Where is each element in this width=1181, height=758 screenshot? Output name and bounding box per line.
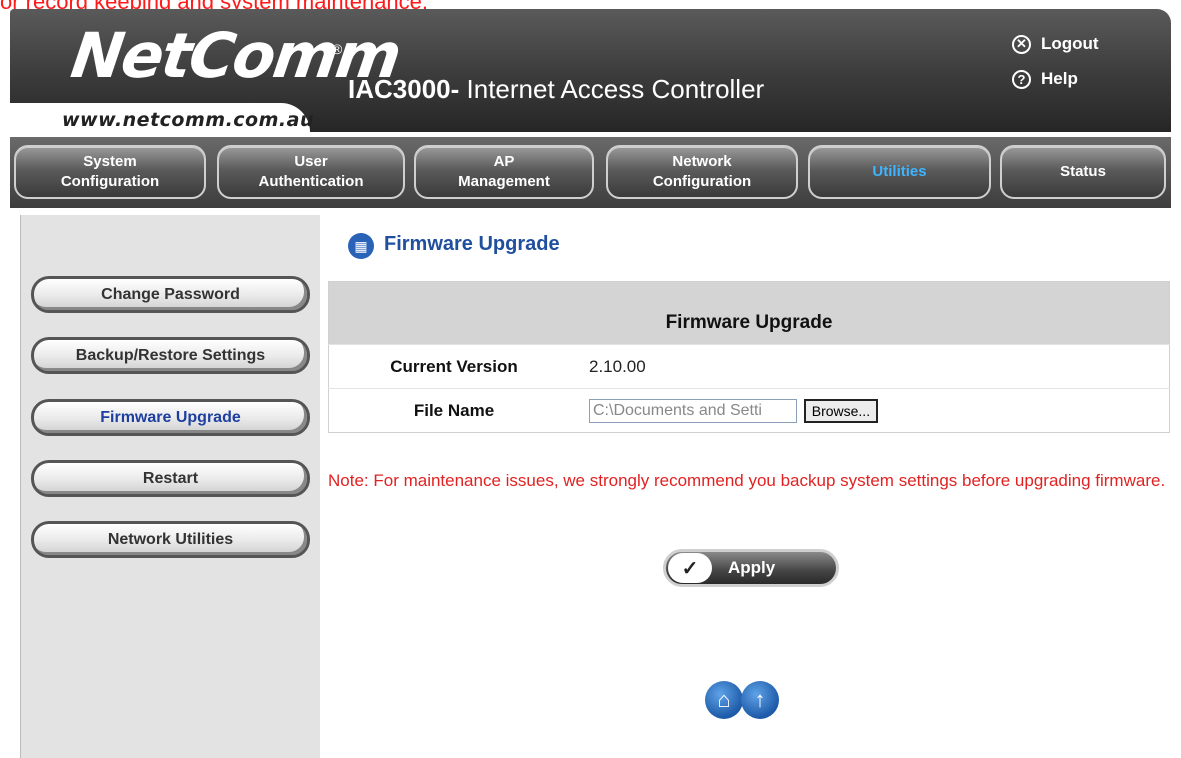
- sidebar-item-firmware-upgrade[interactable]: Firmware Upgrade: [31, 399, 310, 436]
- tab-label-line1: System: [83, 153, 137, 170]
- question-circle-icon: ?: [1012, 69, 1031, 89]
- tab-label-line1: User: [294, 153, 328, 170]
- tab-utilities[interactable]: Utilities: [808, 145, 991, 199]
- table-row: Current Version 2.10.00: [328, 344, 1170, 389]
- table-header: Firmware Upgrade: [328, 281, 1170, 345]
- page-title: Firmware Upgrade: [384, 233, 560, 255]
- product-title: IAC3000- Internet Access Controller: [348, 73, 764, 105]
- up-arrow-icon[interactable]: ↑: [741, 681, 779, 719]
- sidebar-item-network-utilities[interactable]: Network Utilities: [31, 521, 310, 558]
- tab-label-line2: Authentication: [258, 173, 364, 190]
- tab-label: Utilities: [872, 163, 927, 180]
- maintenance-note: Note: For maintenance issues, we strongl…: [328, 471, 1166, 490]
- tab-label-line2: Management: [458, 173, 550, 190]
- tab-status[interactable]: Status: [1000, 145, 1166, 199]
- grid-icon: ▦: [348, 233, 374, 259]
- current-version-value: 2.10.00: [579, 344, 1170, 389]
- tab-network-configuration[interactable]: Network Configuration: [606, 145, 798, 199]
- logout-link[interactable]: ✕ Logout: [1012, 34, 1099, 54]
- sidebar-item-backup-restore[interactable]: Backup/Restore Settings: [31, 337, 310, 374]
- x-circle-icon: ✕: [1012, 34, 1031, 54]
- table-row: File Name Browse...: [328, 388, 1170, 433]
- product-model: IAC3000-: [348, 74, 460, 104]
- sidebar-item-change-password[interactable]: Change Password: [31, 276, 310, 313]
- main-tab-bar: System Configuration User Authentication A…: [10, 137, 1171, 208]
- browse-button[interactable]: Browse...: [803, 398, 879, 423]
- tab-label-line1: AP: [493, 153, 515, 170]
- apply-button[interactable]: ✓ Apply: [663, 549, 839, 587]
- file-name-input[interactable]: [589, 398, 797, 423]
- current-version-label: Current Version: [328, 344, 579, 389]
- header-banner: NetComm ® www.netcomm.com.au IAC3000- In…: [10, 9, 1171, 132]
- tab-system-configuration[interactable]: System Configuration: [14, 145, 206, 199]
- tab-label: Status: [1060, 163, 1106, 180]
- help-label: Help: [1041, 69, 1078, 88]
- sidebar-item-restart[interactable]: Restart: [31, 460, 310, 497]
- tab-user-authentication[interactable]: User Authentication: [217, 145, 405, 199]
- firmware-upgrade-table: Firmware Upgrade Current Version 2.10.00…: [328, 281, 1170, 433]
- apply-label: Apply: [728, 558, 776, 577]
- help-link[interactable]: ? Help: [1012, 69, 1078, 89]
- tab-ap-management[interactable]: AP Management: [414, 145, 594, 199]
- home-icon[interactable]: ⌂: [705, 681, 743, 719]
- file-name-label: File Name: [328, 388, 579, 433]
- check-icon: ✓: [668, 553, 712, 583]
- logout-label: Logout: [1041, 34, 1099, 53]
- tab-label-line1: Network: [672, 153, 732, 170]
- product-name: Internet Access Controller: [459, 74, 765, 104]
- file-name-cell: Browse...: [579, 388, 1170, 433]
- registered-mark: ®: [332, 41, 343, 57]
- website-url: www.netcomm.com.au: [62, 109, 314, 131]
- sidebar: Change Password Backup/Restore Settings …: [20, 215, 320, 758]
- tab-label-line2: Configuration: [60, 173, 160, 190]
- tab-label-line2: Configuration: [652, 173, 752, 190]
